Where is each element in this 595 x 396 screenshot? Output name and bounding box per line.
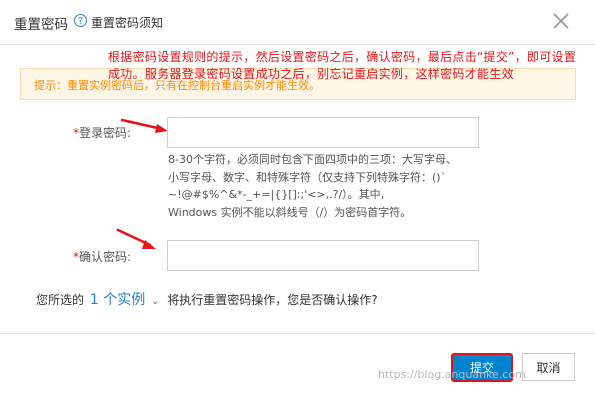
rules-line: 小写字母、数字、和特殊字符（仅支持下列特殊字符：()` <box>168 170 447 184</box>
question-icon[interactable]: ? <box>74 14 87 27</box>
red-annotation-text: 根据密码设置规则的提示，然后设置密码之后，确认密码，最后点击“提交”，即可设置成… <box>108 50 577 81</box>
dialog-title: 重置密码 <box>14 17 68 33</box>
password-rules-help: 8-30个字符，必须同时包含下面四项中的三项：大写字母、 小写字母、数字、和特殊… <box>168 151 488 221</box>
cancel-button[interactable]: 取消 <box>522 353 575 381</box>
confirm-password-input[interactable] <box>167 240 479 271</box>
chevron-down-icon[interactable]: ⌄ <box>151 296 159 307</box>
help-link[interactable]: 重置密码须知 <box>91 14 163 31</box>
rules-line: Windows 实例不能以斜线号（/）为密码首字符。 <box>168 205 412 219</box>
rules-line: 8-30个字符，必须同时包含下面四项中的三项：大写字母、 <box>168 153 457 166</box>
confirm-prefix: 您所选的 <box>36 293 85 307</box>
confirm-suffix: 将执行重置密码操作，您是否确认操作? <box>167 293 378 307</box>
login-password-label: *登录密码: <box>73 126 132 140</box>
confirm-password-label: *确认密码: <box>73 250 132 264</box>
watermark: https://blog.anquanke.com <box>378 368 526 381</box>
instances-link[interactable]: 1 个实例 <box>90 292 145 308</box>
dialog-header: 重置密码 ? 重置密码须知 <box>0 0 595 45</box>
login-password-input[interactable] <box>167 117 479 148</box>
rules-line: ~!@#$%^&*-_+=|{}[]:;'<>,.?/）。其中, <box>168 188 385 201</box>
close-icon[interactable] <box>550 10 572 32</box>
confirm-message: 您所选的 1 个实例 ⌄ 将执行重置密码操作，您是否确认操作? <box>36 289 378 309</box>
reset-password-dialog: 重置密码 ? 重置密码须知 提示：重置实例密码后，只有在控制台重启实例才能生效。… <box>0 0 595 395</box>
